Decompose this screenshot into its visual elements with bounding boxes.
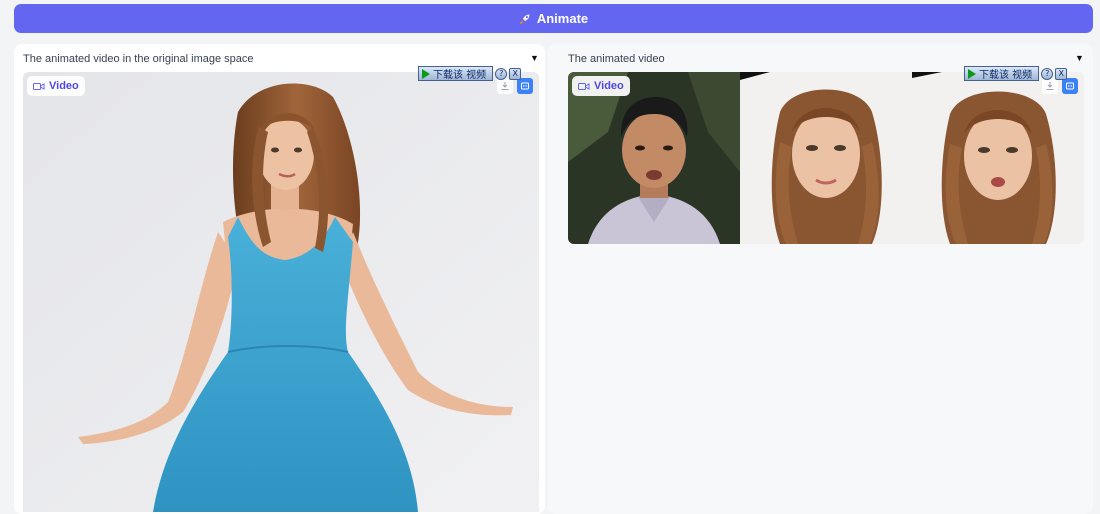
download-video-button[interactable]: 下载该 视频 [418, 66, 494, 81]
animate-label: Animate [536, 11, 589, 26]
help-icon[interactable]: ? [495, 67, 508, 80]
video-camera-icon [33, 82, 45, 90]
caret-down-icon[interactable]: ▼ [1075, 53, 1084, 63]
help-icon[interactable]: ? [1041, 67, 1054, 80]
caret-down-icon[interactable]: ▼ [530, 53, 539, 63]
panel-label: The animated video [568, 53, 665, 65]
driving-video-frame [568, 72, 740, 244]
animate-button[interactable]: Animate [14, 4, 1093, 33]
video-player[interactable]: Video [23, 72, 539, 512]
video-camera-icon [578, 82, 590, 90]
play-icon [968, 68, 976, 79]
video-badge-label: Video [49, 80, 79, 92]
download-video-button[interactable]: 下载该 视频 [964, 66, 1040, 81]
woman-in-blue-dress-image [23, 72, 539, 512]
rocket-icon [519, 14, 530, 24]
download-toolbar: 下载该 视频 ? X [964, 65, 1068, 82]
video-badge-label: Video [594, 80, 624, 92]
video-player[interactable]: Video [568, 72, 1084, 244]
animated-video-panel: The animated video ▼ 下载该 视频 ? X Video [548, 44, 1093, 514]
download-toolbar: 下载该 视频 ? X [418, 65, 522, 82]
close-icon[interactable]: X [1055, 67, 1068, 80]
video-badge: Video [27, 76, 85, 96]
play-icon [422, 68, 430, 79]
panel-label: The animated video in the original image… [23, 53, 254, 65]
download-video-label: 下载该 视频 [433, 70, 487, 81]
video-badge: Video [572, 76, 630, 96]
animated-face-frame [912, 72, 1084, 244]
download-video-label: 下载该 视频 [979, 70, 1033, 81]
source-face-frame [740, 72, 912, 244]
close-icon[interactable]: X [509, 67, 522, 80]
original-space-video-panel: The animated video in the original image… [14, 44, 545, 514]
